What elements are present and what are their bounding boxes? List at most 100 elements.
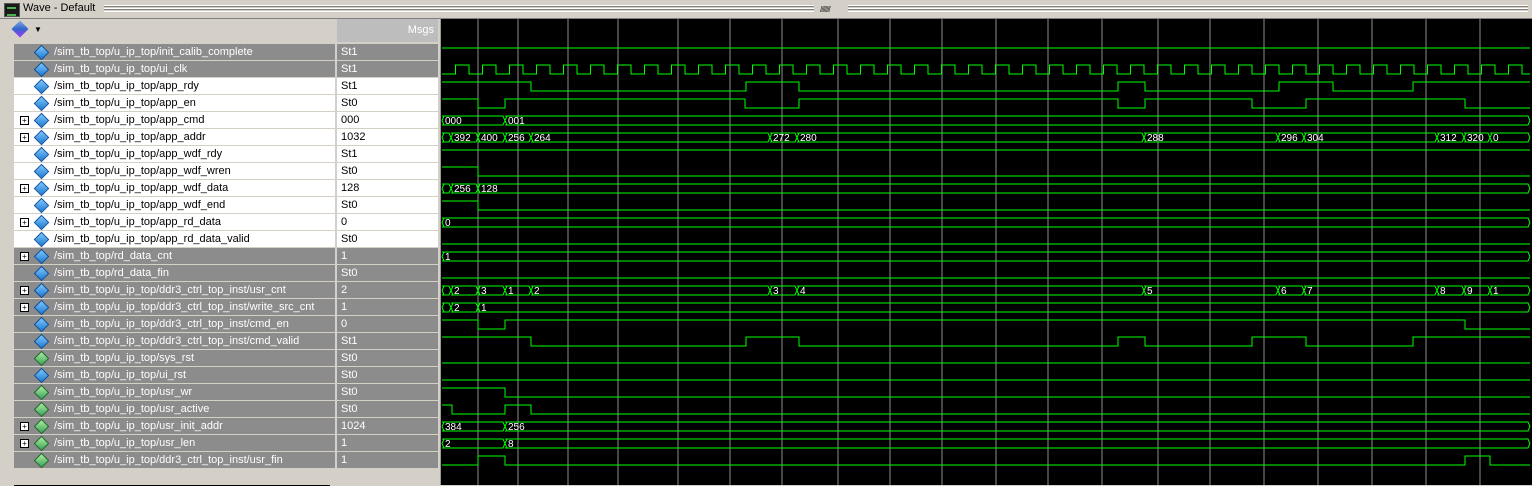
signal-row[interactable]: + /sim_tb_top/rd_data_cnt <box>14 248 335 265</box>
signal-value: St0 <box>341 97 358 109</box>
waveform-trace[interactable] <box>442 455 1530 466</box>
bus-icon <box>33 214 50 231</box>
waveform-trace[interactable]: 256 128 <box>441 183 1531 195</box>
bus-icon <box>33 129 50 146</box>
signal-value-row[interactable]: 0 <box>337 214 438 230</box>
signal-row[interactable]: + /sim_tb_top/u_ip_top/app_addr <box>14 129 335 146</box>
waveform-trace[interactable]: 392 400 256 264 272 280 288 296 304 312 320 0 <box>441 132 1531 144</box>
bus-value-label: 256 <box>454 184 471 195</box>
signal-value-row[interactable]: St0 <box>337 384 438 400</box>
signal-value-row[interactable]: 1024 <box>337 418 438 434</box>
waveform-trace[interactable]: 28 <box>441 438 1531 450</box>
signal-value-row[interactable]: St0 <box>337 197 438 213</box>
signal-value-row[interactable]: 1 <box>337 248 438 264</box>
signal-value-row[interactable]: St1 <box>337 44 438 60</box>
signal-value-row[interactable]: 0 <box>337 316 438 332</box>
signal-row[interactable]: /sim_tb_top/u_ip_top/ddr3_ctrl_top_inst/… <box>14 316 335 333</box>
expand-icon[interactable]: + <box>20 252 29 261</box>
expand-icon[interactable]: + <box>20 133 29 142</box>
waveform-trace[interactable] <box>442 98 1530 109</box>
waveform-trace[interactable] <box>442 200 1530 211</box>
waveform-trace[interactable]: 000 001 <box>441 115 1531 127</box>
signal-name: /sim_tb_top/u_ip_top/usr_init_addr <box>54 420 223 432</box>
signal-value-row[interactable]: 000 <box>337 112 438 128</box>
signal-value-row[interactable]: 128 <box>337 180 438 196</box>
signal-value-row[interactable]: 1032 <box>337 129 438 145</box>
waveform-trace[interactable]: 1 <box>441 251 1531 263</box>
bus-value-label: 4 <box>800 286 806 297</box>
chevron-down-icon[interactable]: ▼ <box>34 25 42 34</box>
clock-waveform <box>442 64 1530 75</box>
signal-value-row[interactable]: St1 <box>337 333 438 349</box>
signal-value-row[interactable]: St0 <box>337 367 438 383</box>
signal-value-row[interactable]: 1 <box>337 299 438 315</box>
signal-row[interactable]: /sim_tb_top/u_ip_top/app_rdy <box>14 78 335 95</box>
signal-value-row[interactable]: 1 <box>337 452 438 468</box>
waveform-trace[interactable] <box>442 64 1530 75</box>
waveform-trace[interactable] <box>442 387 1530 398</box>
waveform-trace[interactable] <box>442 336 1530 347</box>
signal-row[interactable]: /sim_tb_top/u_ip_top/usr_active <box>14 401 335 418</box>
bus-segment <box>441 438 506 449</box>
signal-value-row[interactable]: St1 <box>337 146 438 162</box>
signal-value-row[interactable]: St0 <box>337 95 438 111</box>
signal-row[interactable]: /sim_tb_top/u_ip_top/app_rd_data_valid <box>14 231 335 248</box>
signal-row[interactable]: /sim_tb_top/u_ip_top/app_wdf_wren <box>14 163 335 180</box>
signal-row[interactable]: /sim_tb_top/u_ip_top/app_wdf_end <box>14 197 335 214</box>
signal-row[interactable]: /sim_tb_top/u_ip_top/usr_wr <box>14 384 335 401</box>
undock-handle[interactable]: //////// <box>820 5 831 14</box>
expand-icon[interactable]: + <box>20 439 29 448</box>
signal-value-row[interactable]: 2 <box>337 282 438 298</box>
expand-icon[interactable]: + <box>20 218 29 227</box>
waveform-trace[interactable] <box>442 404 1530 415</box>
signal-row[interactable]: + /sim_tb_top/u_ip_top/app_cmd <box>14 112 335 129</box>
waveform-trace[interactable] <box>442 166 1530 177</box>
in-bus-icon <box>33 435 50 452</box>
signal-row[interactable]: /sim_tb_top/u_ip_top/ddr3_ctrl_top_inst/… <box>14 452 335 469</box>
signal-row[interactable]: /sim_tb_top/rd_data_fin <box>14 265 335 282</box>
bus-value-label: 272 <box>773 133 790 144</box>
signal-row[interactable]: + /sim_tb_top/u_ip_top/app_rd_data <box>14 214 335 231</box>
waveform-trace[interactable] <box>442 319 1530 330</box>
add-wave-icon[interactable] <box>11 20 29 38</box>
signal-icon <box>33 367 50 384</box>
waveform-trace[interactable]: 2 3 1 2 3 4 5 6 7 8 9 1 <box>441 285 1531 297</box>
bus-segment <box>530 285 771 296</box>
signal-value: St0 <box>341 369 358 381</box>
signal-value-row[interactable]: St0 <box>337 231 438 247</box>
waveform-pane[interactable]: 000 001 392 400 256 264 272 280 288 296 304 312 320 0… <box>440 19 1532 485</box>
waveform-trace[interactable]: 0 <box>441 217 1531 229</box>
signal-value-row[interactable]: St0 <box>337 163 438 179</box>
signal-row[interactable]: /sim_tb_top/u_ip_top/app_en <box>14 95 335 112</box>
signal-row[interactable]: + /sim_tb_top/u_ip_top/usr_len <box>14 435 335 452</box>
expand-icon[interactable]: + <box>20 286 29 295</box>
waveform-canvas[interactable]: 000 001 392 400 256 264 272 280 288 296 304 312 320 0… <box>440 19 1532 485</box>
bit-waveform <box>442 319 1530 330</box>
signal-value-row[interactable]: 1 <box>337 435 438 451</box>
signal-row[interactable]: + /sim_tb_top/u_ip_top/ddr3_ctrl_top_inst… <box>14 282 335 299</box>
signal-row[interactable]: /sim_tb_top/u_ip_top/init_calib_complete <box>14 44 335 61</box>
signal-value-row[interactable]: St1 <box>337 78 438 94</box>
expand-icon[interactable]: + <box>20 422 29 431</box>
signal-value-row[interactable]: St0 <box>337 401 438 417</box>
signal-row[interactable]: + /sim_tb_top/u_ip_top/app_wdf_data <box>14 180 335 197</box>
signal-row[interactable]: + /sim_tb_top/u_ip_top/ddr3_ctrl_top_inst… <box>14 299 335 316</box>
signal-row[interactable]: /sim_tb_top/u_ip_top/ddr3_ctrl_top_inst/… <box>14 333 335 350</box>
waveform-trace[interactable]: 384 256 <box>441 421 1531 433</box>
expand-icon[interactable]: + <box>20 116 29 125</box>
bus-value-label: 8 <box>508 439 514 450</box>
signal-value-row[interactable]: St0 <box>337 265 438 281</box>
signal-value-row[interactable]: St0 <box>337 350 438 366</box>
signal-row[interactable]: /sim_tb_top/u_ip_top/ui_rst <box>14 367 335 384</box>
signal-row[interactable]: /sim_tb_top/u_ip_top/sys_rst <box>14 350 335 367</box>
signal-row[interactable]: /sim_tb_top/u_ip_top/app_wdf_rdy <box>14 146 335 163</box>
waveform-trace[interactable]: 21 <box>441 302 1531 314</box>
expand-icon[interactable]: + <box>20 184 29 193</box>
signal-row[interactable]: + /sim_tb_top/u_ip_top/usr_init_addr <box>14 418 335 435</box>
in-bus-icon <box>33 418 50 435</box>
waveform-trace[interactable] <box>442 81 1530 92</box>
signal-name: /sim_tb_top/u_ip_top/app_wdf_data <box>54 182 229 194</box>
signal-value-row[interactable]: St1 <box>337 61 438 77</box>
signal-row[interactable]: /sim_tb_top/u_ip_top/ui_clk <box>14 61 335 78</box>
expand-icon[interactable]: + <box>20 303 29 312</box>
